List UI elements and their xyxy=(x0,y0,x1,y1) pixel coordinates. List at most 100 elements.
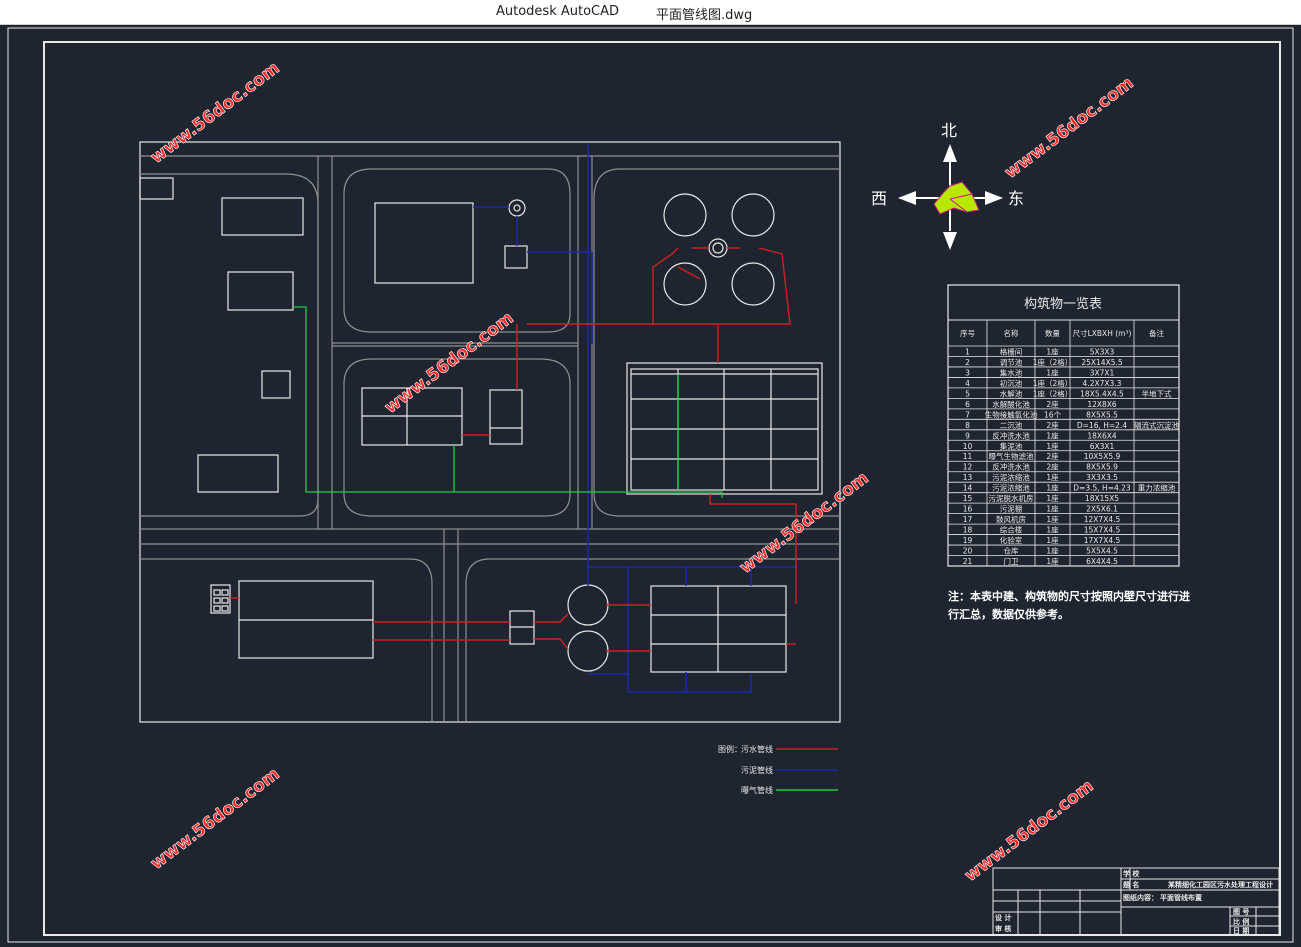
table-cell: 15X7X4.5 xyxy=(1084,526,1121,535)
site-plan xyxy=(139,141,841,723)
table-cell: 曝气生物滤池 xyxy=(989,451,1034,461)
table-cell: 9 xyxy=(965,431,970,440)
regulating-tank xyxy=(374,202,474,284)
table-cell: 16 xyxy=(963,505,973,514)
table-cell: 2座 xyxy=(1046,462,1059,472)
watermark-text: www.56doc.com xyxy=(147,58,284,168)
school-label: 学 校 xyxy=(1123,869,1140,878)
aeration-pipes xyxy=(293,306,723,498)
table-cell: 1 xyxy=(965,347,970,356)
table-cell: 1座（2格） xyxy=(1033,388,1073,398)
table-cell: 4.2X7X3.3 xyxy=(1083,379,1122,388)
table-cell: 8X5X5.5 xyxy=(1086,410,1118,419)
arrow-north-icon xyxy=(943,144,957,162)
table-cell: 1座 xyxy=(1046,441,1059,451)
table-header-cell: 名称 xyxy=(1004,328,1019,338)
table-cell: 化验室 xyxy=(1000,535,1023,545)
table-note-line2: 行汇总，数据仅供参考。 xyxy=(947,607,1069,621)
table-cell: 污泥脱水机房 xyxy=(989,493,1034,503)
table-cell: 2座 xyxy=(1046,399,1059,409)
clarifier xyxy=(731,193,775,237)
table-cell: 1座 xyxy=(1046,514,1059,524)
table-cell: 17 xyxy=(963,515,973,524)
table-cell: 污泥棚 xyxy=(1000,504,1023,514)
window-titlebar: Autodesk AutoCAD 平面管线图.dwg xyxy=(0,0,1301,25)
table-cell: 1座 xyxy=(1046,535,1059,545)
table-cell: 6 xyxy=(965,400,970,409)
table-cell: 11 xyxy=(963,452,973,461)
table-cell: 5X5X4.5 xyxy=(1086,547,1118,556)
table-header-cell: 序号 xyxy=(960,328,975,338)
building-lab xyxy=(227,271,294,311)
table-cell: 1座 xyxy=(1046,493,1059,503)
table-cell: 格栅间 xyxy=(1000,346,1023,356)
table-cell: 反冲洗水池 xyxy=(992,430,1030,440)
drawing-no-label: 图 号 xyxy=(1233,907,1249,916)
table-cell: 辐流式沉淀池 xyxy=(1134,420,1179,430)
table-cell: 10 xyxy=(963,442,973,451)
table-cell: 3X3X3.5 xyxy=(1086,473,1118,482)
watermark-text: www.56doc.com xyxy=(147,764,284,874)
table-note-line1: 注：本表中建、构筑物的尺寸按照内壁尺寸进行进 xyxy=(948,589,1190,603)
legend-title: 图例： xyxy=(718,744,742,754)
sewage-pipes xyxy=(230,247,797,652)
watermark-text: www.56doc.com xyxy=(381,308,518,418)
primary-settling xyxy=(489,389,523,445)
table-cell: 18 xyxy=(963,526,973,535)
table-cell: 6X3X1 xyxy=(1090,442,1115,451)
compass-east-label: 东 xyxy=(1008,189,1024,208)
clarifier xyxy=(731,262,775,306)
project-name: 某精细化工园区污水处理工程设计 xyxy=(1167,880,1273,889)
app-title: Autodesk AutoCAD xyxy=(496,4,620,19)
table-cell: 集水池 xyxy=(1000,367,1023,377)
table-cell: 7 xyxy=(965,410,970,419)
table-cell: 8 xyxy=(965,421,970,430)
table-cell: 1座 xyxy=(1046,367,1059,377)
table-cell: 19 xyxy=(963,536,973,545)
table-cell: 12X7X4.5 xyxy=(1084,515,1121,524)
collecting-well xyxy=(508,199,526,217)
table-cell: 鼓风机房 xyxy=(996,514,1026,524)
table-cell: 仓库 xyxy=(1004,546,1019,556)
table-cell: 2座 xyxy=(1046,451,1059,461)
table-cell: 2X5X6.1 xyxy=(1086,505,1118,514)
watermark-text: www.56doc.com xyxy=(736,468,873,578)
table-cell: 13 xyxy=(963,473,973,482)
compass-west-label: 西 xyxy=(871,189,887,208)
drawing-canvas[interactable]: 北 西 东 构筑物一览表 序号 名称 数量 尺寸LXBXH (m³) 备注 1 格栅间 1座 5… xyxy=(0,24,1301,947)
table-cell: 1座 xyxy=(1046,430,1059,440)
date-label: 日 期 xyxy=(1233,926,1249,935)
watermark-text: www.56doc.com xyxy=(961,776,1098,886)
table-cell: 2 xyxy=(965,358,970,367)
table-cell: 5X3X3 xyxy=(1090,347,1115,356)
document-tab-title[interactable]: 平面管线图.dwg xyxy=(656,4,752,23)
table-cell: 1座 xyxy=(1046,525,1059,535)
table-cell: 1座 xyxy=(1046,546,1059,556)
table-cell: 生物接触氧化池 xyxy=(985,409,1038,419)
table-cell: 污泥浓缩池 xyxy=(992,472,1030,482)
table-header-cell: 尺寸LXBXH (m³) xyxy=(1073,328,1132,338)
table-cell: 二沉池 xyxy=(1000,420,1023,430)
legend-label-sludge: 污泥管线 xyxy=(741,765,773,775)
table-cell: 水解池 xyxy=(1000,388,1023,398)
compass-north-label: 北 xyxy=(941,121,957,140)
building-office xyxy=(221,197,304,236)
clarifier xyxy=(663,262,707,306)
table-cell: 20 xyxy=(963,547,973,556)
drawing-content: 平面管线布置 xyxy=(1160,893,1202,902)
table-cell: 1座（2格） xyxy=(1033,378,1073,388)
table-cell: 门卫 xyxy=(1004,557,1019,566)
legend-label-aeration: 曝气管线 xyxy=(741,785,773,795)
table-cell: 14 xyxy=(963,484,973,493)
legend-label-sewage: 污水管线 xyxy=(741,744,773,754)
building-small xyxy=(139,177,174,200)
table-cell: 5 xyxy=(965,389,970,398)
table-cell: 4 xyxy=(965,379,970,388)
table-cell: 1座 xyxy=(1046,556,1059,566)
table-cell: 2座 xyxy=(1046,420,1059,430)
table-title: 构筑物一览表 xyxy=(1024,296,1102,312)
thickener xyxy=(567,630,609,672)
table-cell: 1座 xyxy=(1046,346,1059,356)
table-cell: 1座 xyxy=(1046,504,1059,514)
table-cell: 集泥池 xyxy=(1000,441,1023,451)
